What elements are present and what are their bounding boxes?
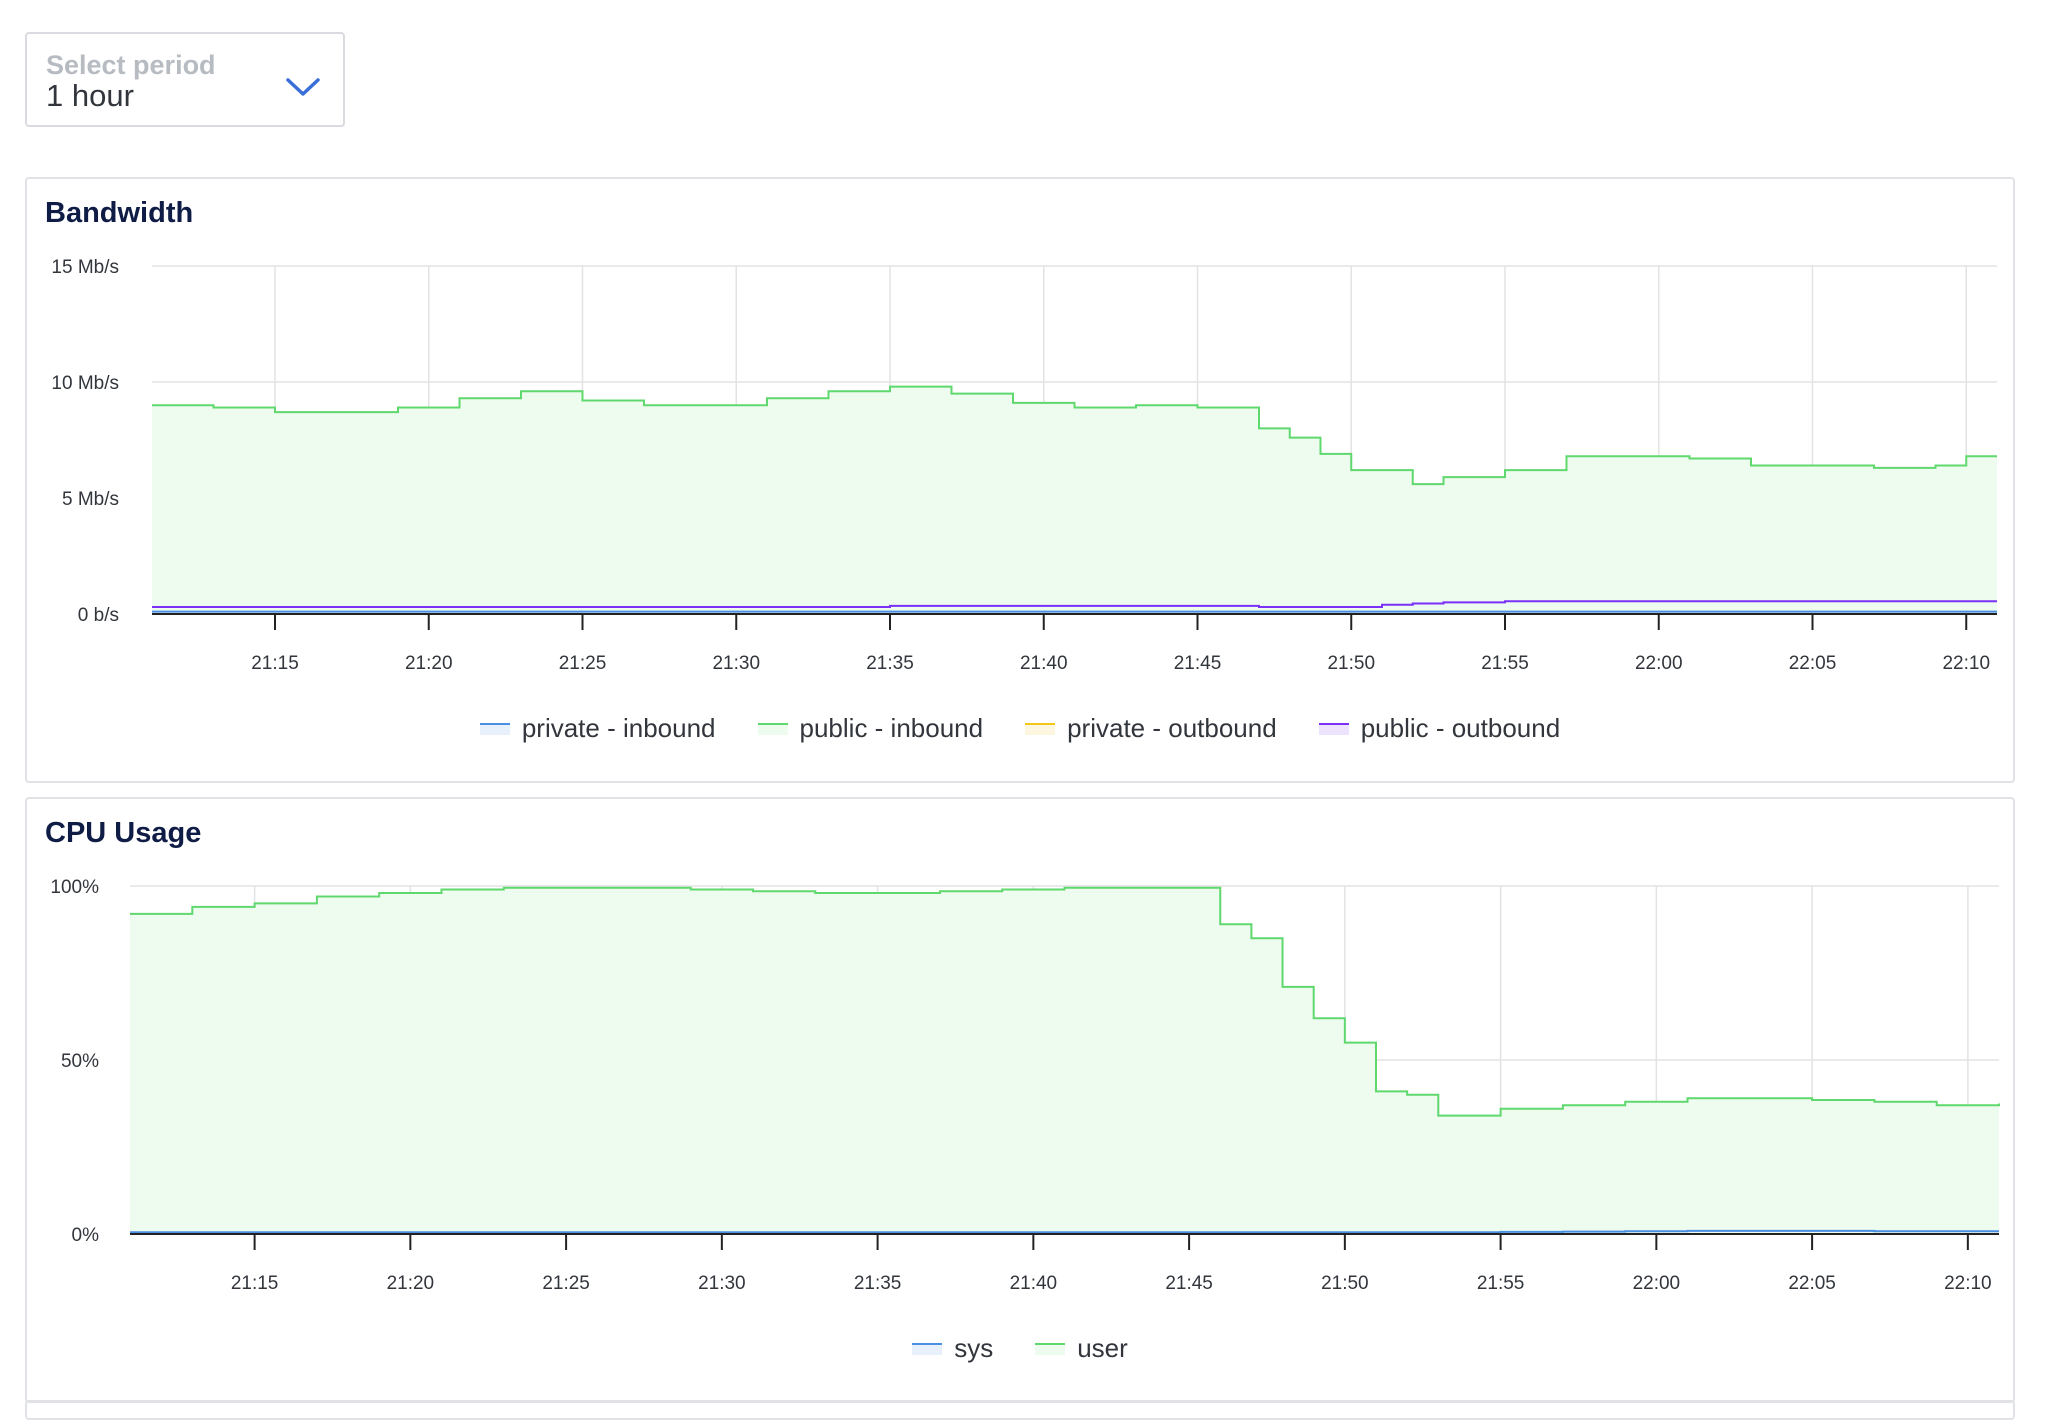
cpu-legend-item[interactable]: user (1035, 1333, 1128, 1364)
cpu-y-tick-label: 50% (61, 1051, 99, 1072)
cpu-x-tick-label: 21:15 (231, 1273, 279, 1294)
bandwidth-legend-label: private - inbound (521, 713, 716, 743)
bandwidth-x-tick-label: 21:45 (1174, 653, 1222, 674)
bandwidth-legend-item[interactable]: public - outbound (1318, 713, 1561, 744)
cpu-x-tick-label: 21:30 (698, 1273, 746, 1294)
bandwidth-x-tick-label: 21:15 (251, 653, 299, 674)
cpu-x-tick-label: 22:10 (1944, 1273, 1992, 1294)
cpu-y-tick-label: 100% (50, 877, 99, 898)
bandwidth-legend-label: public - inbound (799, 713, 984, 743)
cpu-legend-swatch (1035, 1342, 1066, 1355)
cpu-usage-chart: 100% 50% 0% 21:15 21:20 21:25 21:30 21:35 21:40 2… (50, 877, 2000, 1294)
bandwidth-y-tick-label: 15 Mb/s (51, 257, 119, 278)
chevron-down-icon[interactable] (285, 76, 321, 98)
cpu-y-tick-label: 0% (72, 1225, 100, 1246)
period-select[interactable]: Select period 1 hour (25, 32, 345, 127)
bandwidth-legend-item[interactable]: private - outbound (1025, 713, 1277, 744)
bandwidth-x-tick-label: 22:10 (1942, 653, 1990, 674)
cpu-legend-swatch (912, 1342, 943, 1355)
bandwidth-legend-item[interactable]: private - inbound (479, 713, 716, 744)
cpu-legend-label: user (1077, 1333, 1128, 1363)
cpu-usage-panel: CPU Usage 100% 50% 0% 21:15 21:20 21:25 21:30 2… (25, 797, 2015, 1403)
bandwidth-x-tick-label: 21:40 (1020, 653, 1068, 674)
period-select-value: 1 hour (46, 78, 134, 113)
cpu-x-tick-label: 22:00 (1633, 1273, 1681, 1294)
bandwidth-area-public-inbound (152, 386, 1997, 614)
bandwidth-x-tick-label: 22:00 (1635, 653, 1683, 674)
bandwidth-x-tick-label: 21:20 (405, 653, 453, 674)
cpu-area-user (130, 887, 1999, 1234)
bandwidth-chart: 15 Mb/s 10 Mb/s 5 Mb/s 0 b/s 21:15 21:20 21:25… (51, 257, 1997, 674)
bandwidth-legend-swatch (757, 722, 788, 735)
cpu-x-tick-label: 21:25 (542, 1273, 590, 1294)
bandwidth-legend-swatch (1025, 722, 1056, 735)
bandwidth-y-tick-label: 10 Mb/s (51, 373, 119, 394)
cpu-x-tick-label: 21:20 (387, 1273, 435, 1294)
cpu-x-tick-label: 21:40 (1010, 1273, 1058, 1294)
bandwidth-legend-item[interactable]: public - inbound (757, 713, 984, 744)
bandwidth-legend-label: public - outbound (1360, 713, 1561, 743)
bandwidth-panel: Bandwidth 15 Mb/s 10 Mb/s 5 Mb/s 0 b/s 21:15… (25, 177, 2015, 783)
period-select-label: Select period (46, 50, 216, 80)
bandwidth-legend: private - inbound public - inbound private… (27, 713, 2013, 744)
bandwidth-x-tick-label: 21:50 (1327, 653, 1375, 674)
bandwidth-x-tick-label: 21:30 (712, 653, 760, 674)
cpu-x-tick-label: 21:50 (1321, 1273, 1369, 1294)
bandwidth-legend-swatch (479, 722, 510, 735)
bandwidth-legend-swatch (1318, 722, 1349, 735)
bandwidth-x-tick-label: 22:05 (1789, 653, 1837, 674)
cpu-legend-item[interactable]: sys (912, 1333, 993, 1364)
cpu-x-tick-label: 21:35 (854, 1273, 902, 1294)
bandwidth-y-tick-label: 5 Mb/s (62, 489, 119, 510)
cpu-x-tick-label: 22:05 (1788, 1273, 1836, 1294)
cpu-x-tick-label: 21:45 (1165, 1273, 1213, 1294)
bandwidth-x-tick-label: 21:55 (1481, 653, 1529, 674)
bandwidth-x-tick-label: 21:25 (559, 653, 607, 674)
cpu-legend-label: sys (954, 1333, 994, 1363)
bandwidth-x-tick-label: 21:35 (866, 653, 914, 674)
cpu-x-tick-label: 21:55 (1477, 1273, 1525, 1294)
bandwidth-legend-label: private - outbound (1067, 713, 1277, 743)
bandwidth-y-tick-label: 0 b/s (78, 605, 119, 626)
cpu-usage-legend: sys user (27, 1333, 2013, 1364)
next-panel-edge (25, 1400, 2015, 1420)
